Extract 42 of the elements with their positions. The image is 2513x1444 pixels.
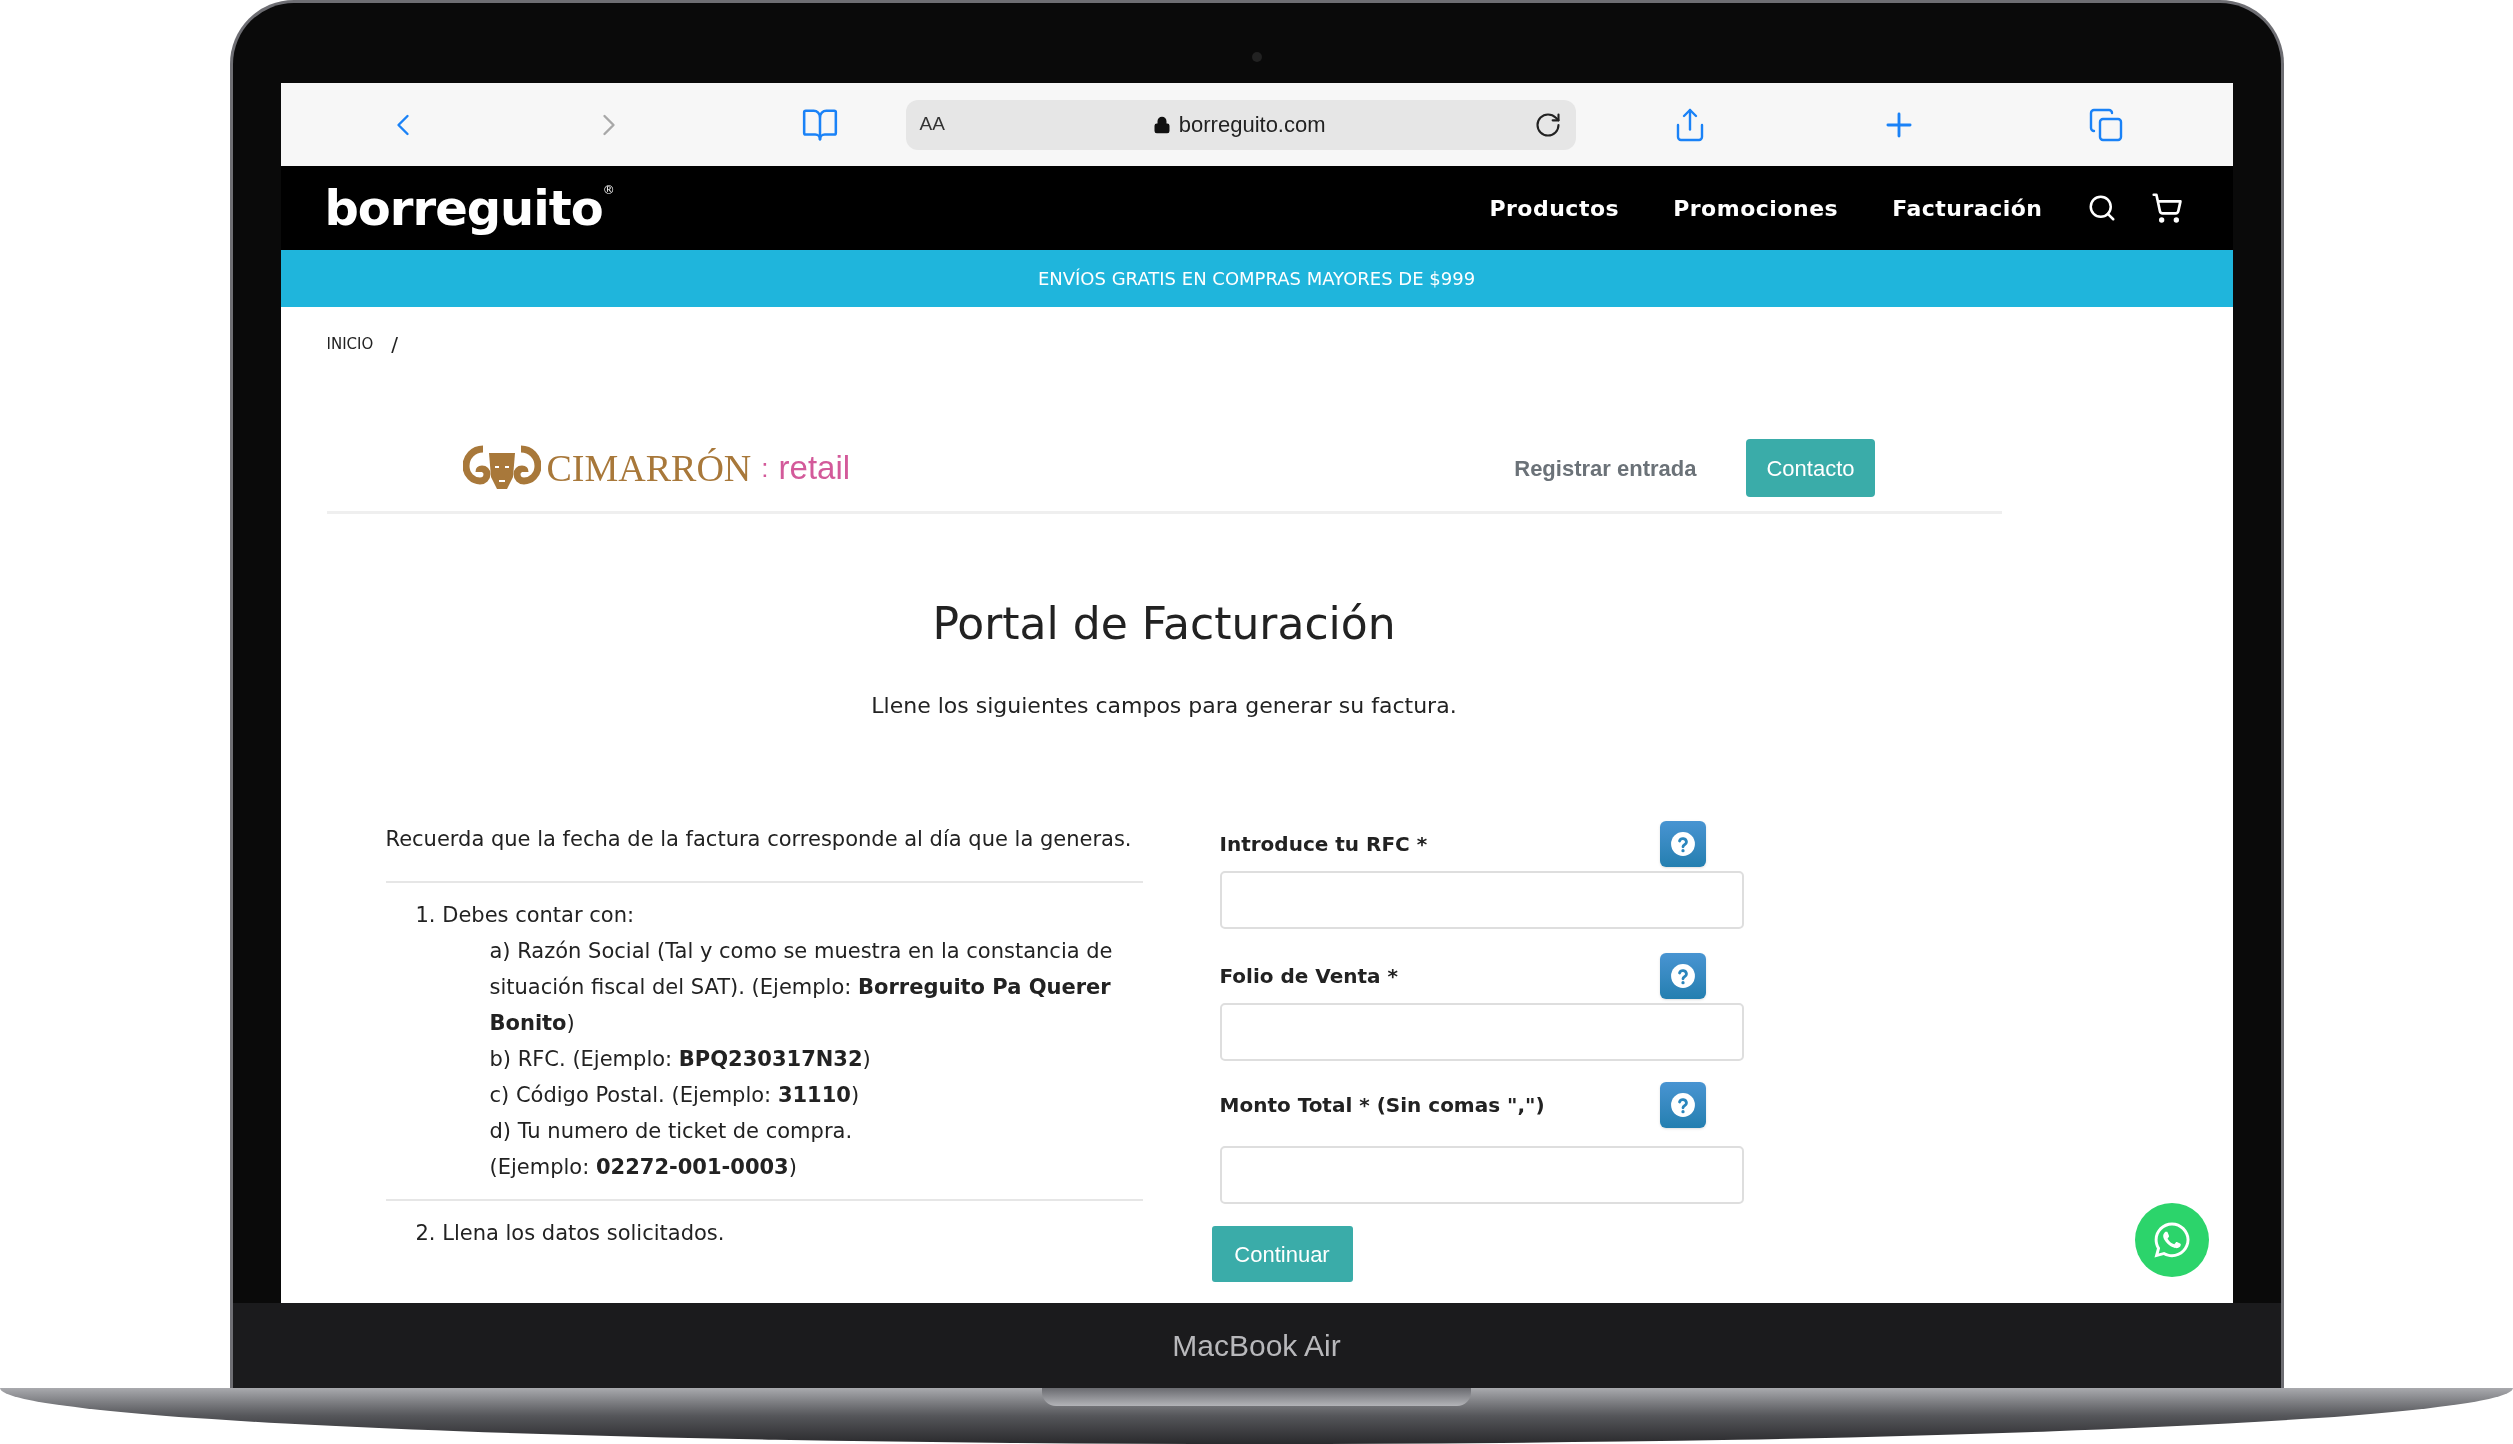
address-field[interactable]: AA borreguito.com <box>905 99 1576 150</box>
requirement-text: d) Tu numero de ticket de compra. <box>488 1118 854 1145</box>
text-size-button[interactable]: AA <box>919 110 945 139</box>
camera-icon <box>1251 52 1262 62</box>
field-label: Monto Total * (Sin comas ",") <box>1219 1092 1545 1119</box>
nav-link[interactable]: Productos <box>1489 191 1620 225</box>
lock-icon <box>1152 115 1171 134</box>
breadcrumb-separator: / <box>391 331 399 358</box>
tabs-icon[interactable] <box>2087 106 2124 143</box>
cart-icon[interactable] <box>2150 192 2183 224</box>
registered-mark: ® <box>602 184 615 196</box>
requirement-text: a) Razón Social (Tal y como se muestra en la constancia de situación fiscal del SAT). (Ejemplo: Borreguito Pa Querer Bonito) <box>488 938 1114 1037</box>
brand-separator: : <box>761 451 769 485</box>
requirement-text: c) Código Postal. (Ejemplo: 31110) <box>488 1082 861 1109</box>
input-field[interactable] <box>1219 1146 1744 1204</box>
help-button[interactable] <box>1659 1082 1706 1128</box>
input-field[interactable] <box>1219 871 1744 929</box>
help-button[interactable] <box>1659 821 1706 867</box>
page-title: Portal de Facturación <box>931 597 1397 651</box>
banner-text: ENVÍOS GRATIS EN COMPRAS MAYORES DE $999 <box>1037 267 1476 291</box>
step-heading: 1. Debes contar con: <box>415 902 636 929</box>
brand-suffix: retail <box>778 448 851 489</box>
brand-name: CIMARRÓN <box>546 445 752 491</box>
field-label: Folio de Venta * <box>1219 963 1398 990</box>
requirement-text: (Ejemplo: 02272-001-0003) <box>488 1154 798 1181</box>
help-icon <box>1669 831 1696 857</box>
device-label: MacBook Air <box>1172 1328 1341 1364</box>
nav-link[interactable]: Promociones <box>1673 191 1839 225</box>
input-field[interactable] <box>1219 1003 1744 1061</box>
help-button[interactable] <box>1659 953 1706 999</box>
field-label: Introduce tu RFC * <box>1219 831 1428 858</box>
reload-icon[interactable] <box>1533 110 1562 139</box>
requirement-text: b) RFC. (Ejemplo: BPQ230317N32) <box>488 1046 872 1073</box>
nav-link[interactable]: Facturación <box>1892 191 2043 225</box>
help-icon <box>1669 1092 1696 1118</box>
step-heading: 2. Llena los datos solicitados. <box>415 1220 726 1247</box>
url-text: borreguito.com <box>1178 111 1326 139</box>
login-link[interactable]: Registrar entrada <box>1514 451 1697 485</box>
breadcrumb-link[interactable]: INICIO <box>326 332 374 356</box>
page-subtitle: Llene los siguientes campos para generar su factura. <box>870 692 1458 720</box>
instruction-note: Recuerda que la fecha de la factura corresponde al día que la generas. <box>385 821 1143 883</box>
help-icon <box>1669 963 1696 989</box>
